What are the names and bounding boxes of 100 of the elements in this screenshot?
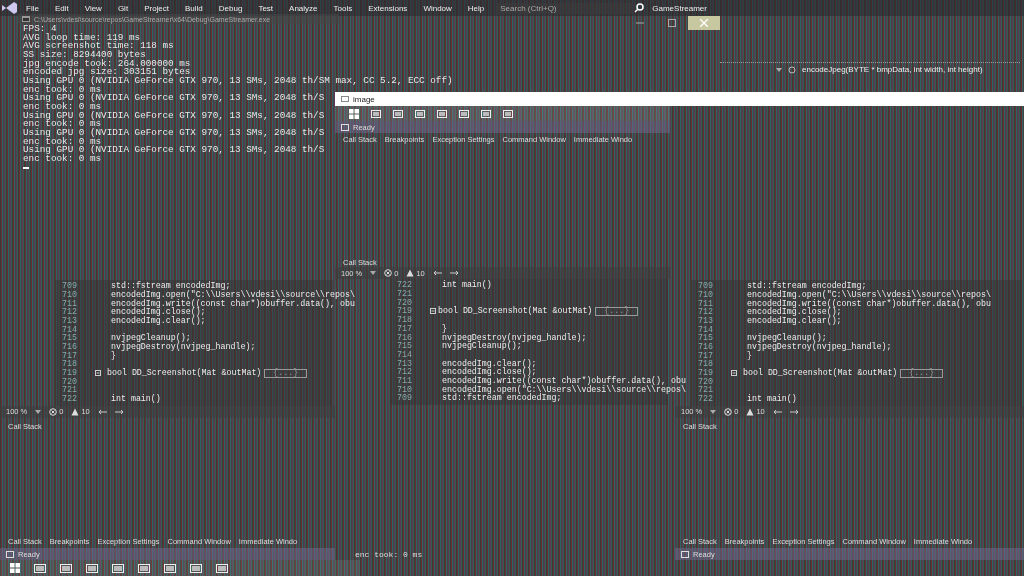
console-line: enc took: 0 ms	[23, 155, 102, 164]
line-number: 720	[697, 377, 713, 386]
solution-name: GameStreamer	[652, 3, 707, 13]
line-number: 719	[697, 369, 713, 378]
dropdown-caret-icon	[710, 409, 717, 414]
line-number: 717	[61, 351, 77, 360]
search-icon	[634, 3, 645, 13]
code-line: encodedImg.open("C:\\Users\\vdesi\\source\\repos\	[747, 290, 991, 300]
line-number: 718	[697, 360, 713, 369]
windows-logo-icon[interactable]	[10, 563, 20, 573]
code-line: nvjpegCleanup();	[747, 334, 827, 343]
forward-arrow-icon[interactable]	[114, 408, 124, 415]
member-dropdown[interactable]: encodeJpeg(BYTE * bmpData, int width, int height)	[802, 65, 983, 74]
code-line: std::fstream encodedImg;	[111, 282, 231, 291]
taskbar-app-icon[interactable]	[393, 109, 403, 118]
line-number: 715	[697, 334, 713, 343]
menu-item[interactable]: Help	[459, 3, 493, 13]
line-number: 714	[396, 350, 412, 360]
line-number: 715	[61, 334, 77, 343]
code-line: nvjpegDestroy(nvjpeg_handle);	[442, 333, 587, 343]
menu-item[interactable]: Git	[109, 3, 137, 13]
line-number: 718	[396, 316, 412, 325]
line-number: 709	[697, 282, 713, 291]
line-number: 711	[697, 299, 713, 308]
line-number: 710	[697, 290, 713, 300]
window-title: image	[353, 94, 375, 104]
menu-item[interactable]: Tools	[325, 3, 361, 13]
menu-item[interactable]: Extensions	[360, 3, 416, 13]
code-line: encodedImg.close();	[442, 368, 537, 377]
collapse-icon	[430, 308, 436, 315]
code-line: encodedImg.open("C:\\Users\\vdesi\\source\\repos\	[111, 290, 355, 300]
code-line: int main()	[111, 395, 161, 404]
taskbar-app-icon[interactable]	[459, 109, 469, 118]
line-number: 711	[61, 299, 77, 308]
taskbar-app-icon[interactable]	[371, 109, 381, 118]
line-number: 715	[396, 342, 412, 351]
code-line: }	[111, 351, 116, 361]
code-line: encodedImg.close();	[111, 308, 206, 317]
taskbar-app-icon[interactable]	[503, 109, 513, 118]
line-number: 719	[61, 369, 77, 378]
maximize-icon	[668, 19, 676, 27]
code-line: }	[442, 324, 447, 333]
forward-arrow-icon[interactable]	[789, 408, 799, 415]
code-line: bool DD_Screenshot(Mat &outMat)	[107, 369, 262, 378]
back-arrow-icon[interactable]	[432, 270, 442, 277]
line-number: 721	[697, 386, 713, 395]
code-line: bool DD_Screenshot(Mat &outMat)	[743, 369, 898, 378]
line-number: 709	[61, 282, 77, 291]
menu-item[interactable]: Build	[177, 3, 211, 13]
code-line: nvjpegCleanup();	[111, 334, 191, 343]
line-number: 713	[396, 359, 412, 368]
taskbar-app-icon[interactable]	[138, 563, 150, 573]
text-cursor	[23, 166, 29, 169]
menu-item[interactable]: File	[18, 3, 47, 13]
taskbar-app-icon[interactable]	[216, 563, 228, 573]
code-line: int main()	[747, 395, 797, 404]
line-number: 714	[61, 325, 77, 334]
error-icon	[724, 407, 733, 416]
taskbar-app-icon[interactable]	[34, 563, 46, 573]
back-arrow-icon[interactable]	[97, 408, 107, 415]
code-line: }	[747, 351, 752, 361]
taskbar-app-icon[interactable]	[437, 109, 447, 118]
code-line: encodedImg.clear();	[747, 316, 842, 326]
menu-item[interactable]: Project	[136, 3, 178, 13]
line-number: 710	[61, 290, 77, 300]
line-number: 716	[396, 333, 412, 342]
taskbar-app-icon[interactable]	[60, 563, 72, 573]
menu-item[interactable]: Test	[250, 3, 282, 13]
back-arrow-icon[interactable]	[772, 408, 782, 415]
method-icon	[788, 65, 796, 74]
line-number: 712	[396, 368, 412, 377]
line-number: 722	[697, 395, 713, 404]
line-number: 721	[61, 386, 77, 395]
taskbar-app-icon[interactable]	[112, 563, 124, 573]
menu-item[interactable]: Edit	[46, 3, 77, 13]
windows-logo-icon[interactable]	[349, 108, 359, 119]
menu-item[interactable]: Window	[415, 3, 460, 13]
line-number: 716	[61, 343, 77, 352]
menu-item[interactable]: Analyze	[281, 3, 326, 13]
console-line: SS size: 8294400 bytes	[23, 51, 146, 60]
search-field[interactable]: Search (Ctrl+Q)	[496, 2, 635, 14]
taskbar-app-icon[interactable]	[415, 109, 425, 118]
visual-studio-logo-icon	[0, 1, 18, 15]
taskbar-app-icon[interactable]	[190, 563, 202, 573]
console-line: Using GPU 0 (NVIDIA GeForce GTX 970, 13 SMs, 2048 th/SM max, CC 5.2, ECC off)	[23, 77, 453, 86]
code-line: encodedImg.write((const char*)obuffer.data(), obu	[747, 299, 991, 309]
line-number: 722	[396, 281, 412, 290]
menu-item[interactable]: View	[76, 3, 110, 13]
console-line: AVG screenshot time: 118 ms	[23, 42, 174, 51]
console-line: FPS: 4	[23, 25, 57, 34]
taskbar-app-icon[interactable]	[481, 109, 491, 118]
taskbar-app-icon[interactable]	[164, 563, 176, 573]
code-line: bool DD_Screenshot(Mat &outMat)	[438, 307, 593, 317]
line-number: 710	[396, 385, 412, 394]
forward-arrow-icon[interactable]	[449, 270, 459, 277]
taskbar-app-icon[interactable]	[86, 563, 98, 573]
line-number: 721	[396, 290, 412, 299]
menu-item[interactable]: Debug	[210, 3, 251, 13]
dropdown-caret-icon	[35, 409, 42, 414]
collapse-icon	[95, 370, 101, 377]
